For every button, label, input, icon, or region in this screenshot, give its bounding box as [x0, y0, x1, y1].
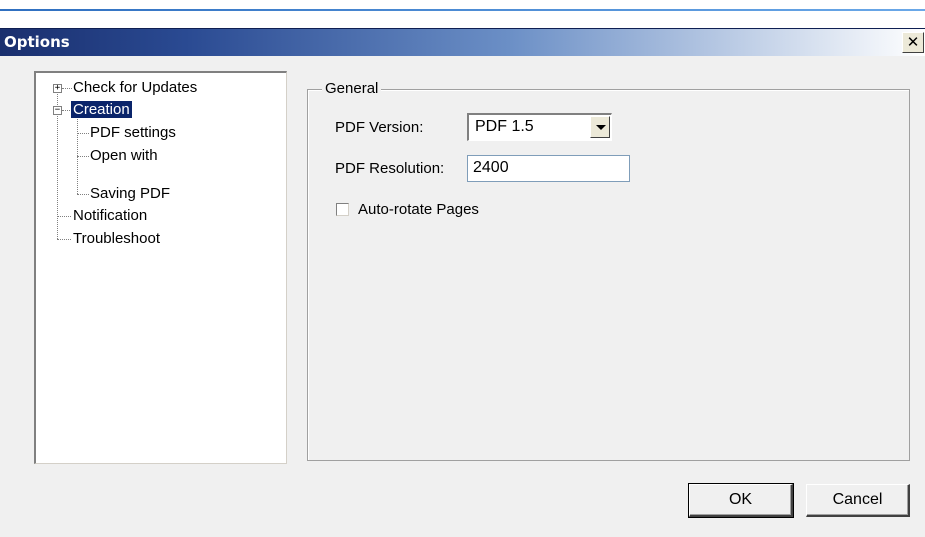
- tree-item-creation[interactable]: Creation: [71, 99, 132, 121]
- ok-button[interactable]: OK: [688, 483, 794, 518]
- general-groupbox: [307, 89, 910, 461]
- tree-line: [77, 133, 89, 134]
- options-dialog-body: + − Check for Updates Creation PDF setti…: [0, 56, 925, 537]
- top-edge: [0, 0, 925, 11]
- tree-item-label: PDF settings: [90, 124, 176, 141]
- ok-button-label: OK: [728, 491, 753, 508]
- tree-item-label: Check for Updates: [73, 79, 198, 96]
- pdf-resolution-input[interactable]: 2400: [467, 155, 630, 182]
- title-bar[interactable]: Options ✕: [0, 28, 925, 56]
- tree-item-label: Saving PDF: [90, 185, 171, 202]
- options-tree[interactable]: + − Check for Updates Creation PDF setti…: [34, 71, 287, 464]
- chevron-down-icon[interactable]: [590, 116, 610, 138]
- general-group-legend: General: [322, 80, 382, 97]
- tree-line: [77, 156, 89, 157]
- pdf-version-dropdown[interactable]: PDF 1.5: [467, 113, 612, 141]
- tree-item-pdf-settings[interactable]: PDF settings: [90, 122, 176, 144]
- tree-item-notification[interactable]: Notification: [73, 205, 147, 227]
- tree-item-troubleshoot[interactable]: Troubleshoot: [73, 228, 160, 250]
- tree-item-saving-pdf[interactable]: Saving PDF: [90, 183, 170, 205]
- tree-item-label: Open with: [90, 147, 158, 164]
- pdf-resolution-value: 2400: [473, 159, 509, 176]
- tree-line: [77, 111, 78, 194]
- auto-rotate-checkbox[interactable]: [336, 203, 349, 216]
- auto-rotate-label[interactable]: Auto-rotate Pages: [358, 201, 479, 218]
- tree-line: [77, 194, 89, 195]
- pdf-version-value: PDF 1.5: [475, 118, 534, 135]
- tree-item-label: Troubleshoot: [73, 230, 160, 247]
- close-icon: ✕: [906, 33, 920, 51]
- window-title: Options: [4, 33, 70, 51]
- tree-item-label: Notification: [73, 207, 148, 224]
- close-button[interactable]: ✕: [902, 32, 924, 53]
- pdf-resolution-label: PDF Resolution:: [335, 160, 445, 177]
- tree-line: [57, 216, 71, 217]
- tree-item-open-with[interactable]: Open with: [90, 145, 158, 167]
- pdf-version-label: PDF Version:: [335, 119, 424, 136]
- cancel-button-label: Cancel: [832, 491, 883, 508]
- tree-item-check-for-updates[interactable]: Check for Updates: [73, 77, 197, 99]
- tree-line: [57, 239, 71, 240]
- collapse-icon[interactable]: −: [53, 106, 62, 115]
- tree-line: [62, 88, 72, 89]
- expand-icon[interactable]: +: [53, 84, 62, 93]
- tree-item-label: Creation: [71, 101, 132, 118]
- cancel-button[interactable]: Cancel: [806, 484, 910, 517]
